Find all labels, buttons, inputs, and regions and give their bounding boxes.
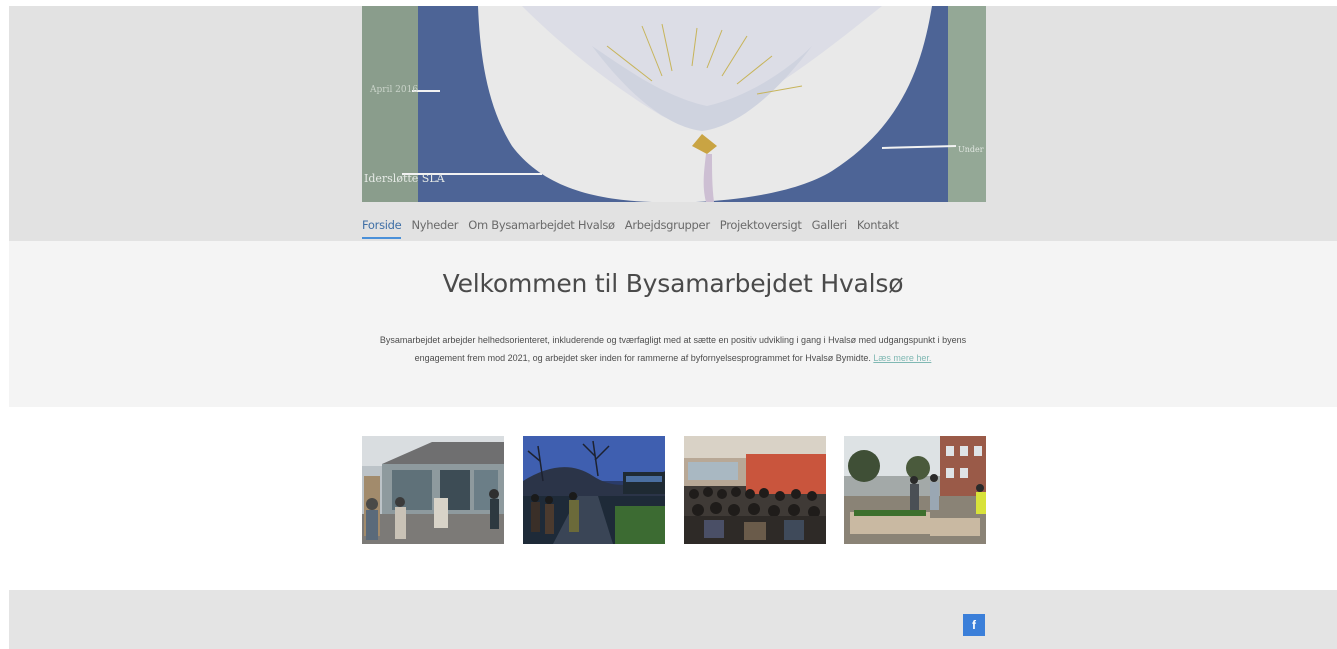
page-title: Velkommen til Bysamarbejdet Hvalsø [442, 269, 904, 298]
hero-caption-right: Under [958, 145, 984, 154]
nav-item-projektoversigt[interactable]: Projektoversigt [720, 218, 802, 239]
facebook-icon[interactable]: f [963, 614, 985, 636]
nav-item-kontakt[interactable]: Kontakt [857, 218, 899, 239]
welcome-section: Velkommen til Bysamarbejdet Hvalsø Bysam… [9, 241, 1337, 407]
nav-item-forside[interactable]: Forside [362, 218, 402, 239]
nav-item-arbejdsgrupper[interactable]: Arbejdsgrupper [625, 218, 710, 239]
welcome-text: Bysamarbejdet arbejder helhedsorienteret… [379, 332, 967, 367]
gallery-photo-meeting[interactable] [684, 436, 826, 544]
hero-banner-image: April 2016 Idersløtte SLA Under [362, 6, 986, 202]
page-footer: f [9, 590, 1337, 649]
page: April 2016 Idersløtte SLA Under Forside … [0, 0, 1337, 649]
main-navigation: Forside Nyheder Om Bysamarbejdet Hvalsø … [362, 218, 899, 239]
gallery-photo-garden-beds[interactable] [844, 436, 986, 544]
hero-caption-left: Idersløtte SLA [364, 172, 446, 185]
nav-item-galleri[interactable]: Galleri [812, 218, 848, 239]
read-more-link[interactable]: Læs mere her. [873, 353, 931, 363]
nav-item-om[interactable]: Om Bysamarbejdet Hvalsø [468, 218, 615, 239]
nav-item-nyheder[interactable]: Nyheder [411, 218, 458, 239]
gallery-photo-evening-walk[interactable] [523, 436, 665, 544]
hero-date-text: April 2016 [369, 85, 418, 95]
gallery-photo-shop-front[interactable] [362, 436, 504, 544]
photo-gallery [362, 436, 986, 544]
